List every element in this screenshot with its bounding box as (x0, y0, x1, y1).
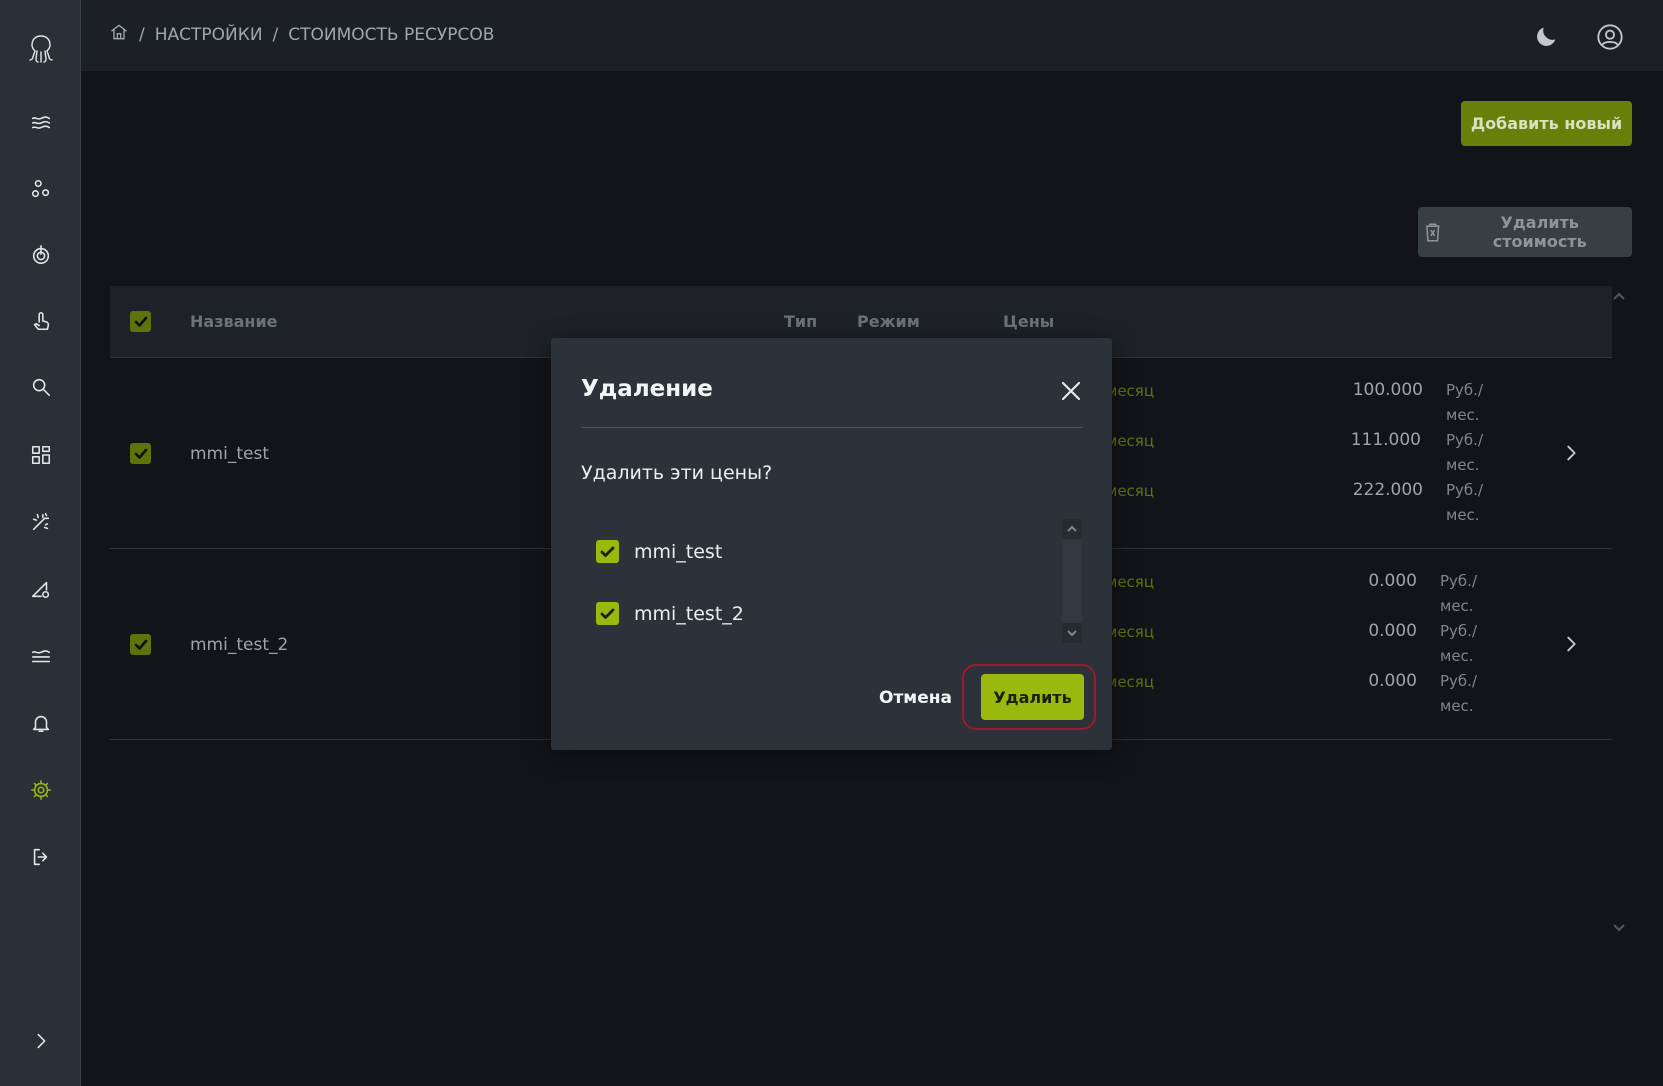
delete-cost-label: Удалить стоимость (1492, 213, 1587, 251)
nodes-icon[interactable] (22, 170, 59, 207)
price-value: 222.000 (1352, 480, 1423, 500)
dialog-item-list: mmi_test mmi_test_2 (581, 518, 1081, 643)
settings-gear-icon[interactable] (22, 771, 59, 808)
price-value: 0.000 (1368, 671, 1417, 691)
price-unit: Руб./мес. (1446, 481, 1483, 524)
dialog-divider (581, 427, 1083, 428)
breadcrumb-settings[interactable]: НАСТРОЙКИ (155, 25, 263, 45)
add-new-button[interactable]: Добавить новый (1461, 101, 1632, 146)
select-all-checkbox[interactable] (130, 311, 151, 332)
theme-toggle-moon-icon[interactable] (1529, 20, 1563, 54)
price-period: месяц (1106, 623, 1155, 641)
column-header-mode[interactable]: Режим (857, 312, 920, 331)
price-period: месяц (1106, 573, 1155, 591)
row-name: mmi_test (190, 444, 269, 464)
row-checkbox[interactable] (130, 634, 151, 655)
list-item[interactable]: mmi_test (596, 540, 722, 563)
home-icon[interactable] (109, 22, 129, 47)
column-header-type[interactable]: Тип (784, 312, 817, 331)
item-label: mmi_test (634, 540, 723, 563)
waves-icon[interactable] (22, 104, 59, 141)
table-scroll-up-icon[interactable] (1612, 288, 1632, 308)
price-period: месяц (1106, 432, 1155, 450)
dialog-question: Удалить эти цены? (581, 462, 773, 484)
price-value: 0.000 (1368, 571, 1417, 591)
row-expand-chevron-icon[interactable] (1560, 442, 1584, 466)
price-unit: Руб./мес. (1440, 622, 1477, 665)
price-period: месяц (1106, 382, 1155, 400)
search-icon[interactable] (22, 368, 59, 405)
scrollbar-thumb[interactable] (1062, 539, 1082, 623)
dashboard-icon[interactable] (22, 436, 59, 473)
bell-icon[interactable] (22, 704, 59, 741)
dialog-list-scrollbar[interactable] (1062, 519, 1082, 643)
trash-icon (1425, 223, 1440, 242)
price-value: 100.000 (1352, 380, 1423, 400)
price-unit: Руб./мес. (1440, 572, 1477, 615)
price-value: 111.000 (1350, 430, 1421, 450)
delete-cost-button[interactable]: Удалить стоимость (1418, 207, 1632, 257)
table-scroll-down-icon[interactable] (1612, 920, 1632, 940)
scroll-up-arrow-icon[interactable] (1062, 519, 1082, 539)
signal-settings-icon[interactable] (22, 570, 59, 607)
octopus-logo-icon[interactable] (22, 30, 59, 67)
confirm-delete-button[interactable]: Удалить (981, 674, 1084, 720)
power-target-icon[interactable] (22, 236, 59, 273)
breadcrumb-separator: / (139, 24, 145, 45)
price-unit: Руб./мес. (1446, 431, 1483, 474)
top-bar: / НАСТРОЙКИ / СТОИМОСТЬ РЕСУРСОВ (81, 0, 1663, 71)
price-value: 0.000 (1368, 621, 1417, 641)
hand-pointer-icon[interactable] (22, 302, 59, 339)
breadcrumb-separator: / (272, 24, 279, 45)
price-period: месяц (1106, 482, 1155, 500)
user-avatar-icon[interactable] (1593, 20, 1627, 54)
price-period: месяц (1106, 673, 1155, 691)
column-header-name[interactable]: Название (190, 312, 278, 331)
close-icon[interactable] (1060, 380, 1086, 406)
sidebar (0, 0, 81, 1086)
magic-wand-icon[interactable] (22, 503, 59, 540)
expand-sidebar-chevron-icon[interactable] (22, 1022, 59, 1059)
column-header-prices[interactable]: Цены (1003, 312, 1054, 331)
breadcrumb: / НАСТРОЙКИ / СТОИМОСТЬ РЕСУРСОВ (109, 22, 494, 47)
item-checkbox[interactable] (596, 602, 619, 625)
cancel-button[interactable]: Отмена (873, 679, 952, 717)
breadcrumb-resource-cost[interactable]: СТОИМОСТЬ РЕСУРСОВ (288, 25, 494, 45)
item-label: mmi_test_2 (634, 602, 744, 625)
row-expand-chevron-icon[interactable] (1560, 633, 1584, 657)
logout-icon[interactable] (22, 838, 59, 875)
row-checkbox[interactable] (130, 443, 151, 464)
layers-waves-icon[interactable] (22, 637, 59, 674)
dialog-title: Удаление (581, 376, 713, 402)
price-unit: Руб./мес. (1446, 381, 1483, 424)
scroll-down-arrow-icon[interactable] (1062, 623, 1082, 643)
list-item[interactable]: mmi_test_2 (596, 602, 744, 625)
item-checkbox[interactable] (596, 540, 619, 563)
price-unit: Руб./мес. (1440, 672, 1477, 715)
row-name: mmi_test_2 (190, 635, 289, 655)
